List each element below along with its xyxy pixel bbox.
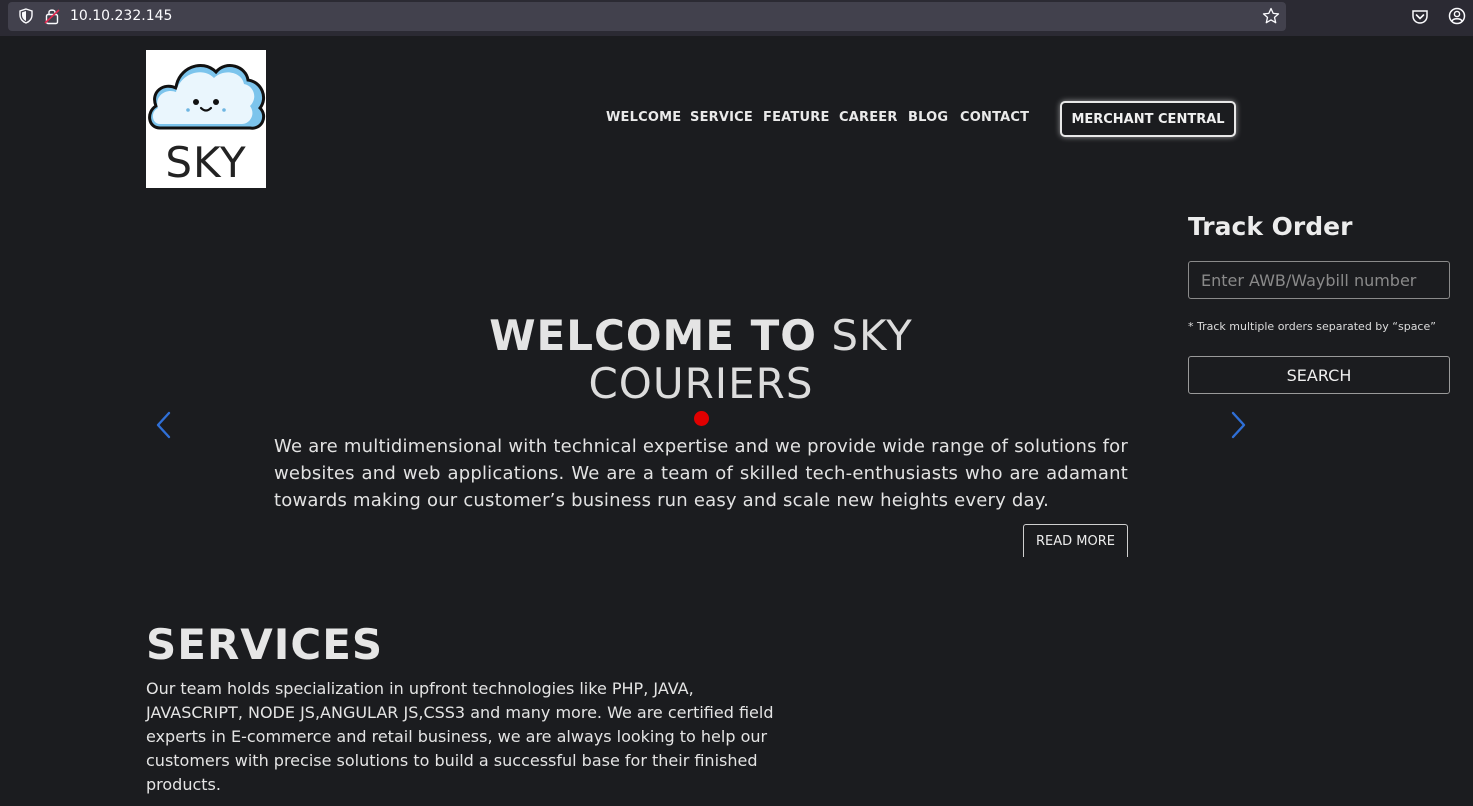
carousel-next-arrow-icon[interactable]: [1228, 410, 1248, 440]
account-icon[interactable]: [1448, 7, 1466, 25]
url-text[interactable]: 10.10.232.145: [70, 8, 172, 24]
insecure-lock-icon[interactable]: [44, 7, 60, 25]
pocket-icon[interactable]: [1411, 8, 1429, 26]
track-note: * Track multiple orders separated by “sp…: [1188, 320, 1436, 333]
hero-title-sky: SKY: [831, 311, 913, 360]
nav-item-welcome[interactable]: WELCOME: [606, 110, 681, 125]
hero-title: WELCOME TO SKY COURIERS: [460, 312, 942, 408]
nav-item-contact[interactable]: CONTACT: [960, 110, 1029, 125]
site-logo[interactable]: SKY: [146, 50, 266, 188]
nav-item-career[interactable]: CAREER: [839, 110, 898, 125]
carousel-indicator-dot[interactable]: [694, 411, 709, 426]
shield-icon[interactable]: [18, 8, 34, 24]
hero-description: We are multidimensional with technical e…: [274, 436, 1128, 511]
carousel-prev-arrow-icon[interactable]: [154, 410, 174, 440]
bookmark-star-icon[interactable]: [1262, 7, 1280, 25]
track-order-title: Track Order: [1188, 212, 1353, 241]
awb-search-input[interactable]: [1188, 261, 1450, 299]
cloud-icon: [148, 63, 266, 130]
merchant-central-button[interactable]: MERCHANT CENTRAL: [1060, 101, 1236, 137]
address-bar[interactable]: 10.10.232.145: [8, 2, 1286, 31]
logo-text: SKY: [165, 138, 247, 187]
read-more-button[interactable]: READ MORE: [1023, 524, 1128, 557]
nav-item-service[interactable]: SERVICE: [690, 110, 753, 125]
services-description: Our team holds specialization in upfront…: [146, 679, 774, 794]
nav-item-feature[interactable]: FEATURE: [763, 110, 830, 125]
hero-title-bold: WELCOME TO: [489, 311, 818, 360]
hero-title-couriers: COURIERS: [588, 359, 814, 408]
services-heading: SERVICES: [146, 620, 384, 669]
search-button[interactable]: SEARCH: [1188, 356, 1450, 394]
nav-item-blog[interactable]: BLOG: [908, 110, 948, 125]
browser-toolbar: 10.10.232.145: [0, 0, 1473, 36]
